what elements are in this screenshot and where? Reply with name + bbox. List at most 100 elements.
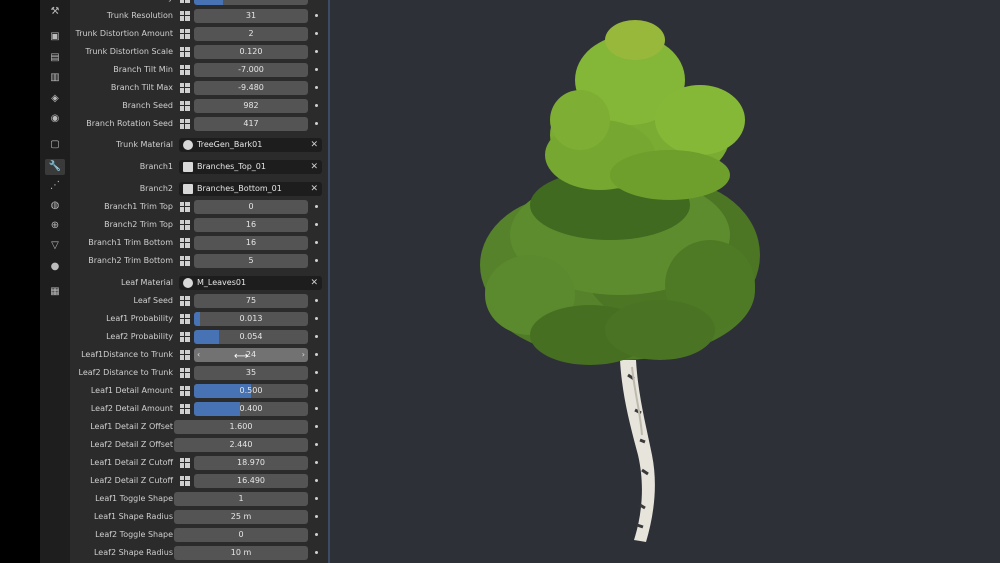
keyframe-dot-icon[interactable] <box>315 335 318 338</box>
value-type-icon[interactable] <box>180 332 190 342</box>
value-field[interactable]: 0.054 <box>194 330 308 344</box>
keyframe-dot-icon[interactable] <box>315 371 318 374</box>
keyframe-dot-icon[interactable] <box>315 443 318 446</box>
value-field[interactable]: 0 <box>194 200 308 214</box>
value-type-icon[interactable] <box>180 101 190 111</box>
data-icon[interactable]: ▽ <box>49 240 61 252</box>
value-type-icon[interactable] <box>180 368 190 378</box>
keyframe-dot-icon[interactable] <box>315 407 318 410</box>
value-field[interactable]: 0.120 <box>194 45 308 59</box>
data-block-field[interactable]: TreeGen_Bark01 ✕ <box>179 138 322 152</box>
keyframe-dot-icon[interactable] <box>315 122 318 125</box>
world-icon[interactable]: ◉ <box>49 113 61 125</box>
clear-icon[interactable]: ✕ <box>310 276 318 290</box>
data-block-field[interactable]: Branches_Bottom_01 ✕ <box>179 182 322 196</box>
keyframe-dot-icon[interactable] <box>315 317 318 320</box>
keyframe-dot-icon[interactable] <box>315 68 318 71</box>
value-type-icon[interactable] <box>180 238 190 248</box>
value-type-icon[interactable] <box>180 83 190 93</box>
keyframe-dot-icon[interactable] <box>315 425 318 428</box>
value-field[interactable]: 2.440 <box>174 438 308 452</box>
value-type-icon[interactable] <box>180 220 190 230</box>
value-field[interactable]: 0.400 <box>194 402 308 416</box>
physics-icon[interactable]: ◍ <box>49 200 61 212</box>
value-field[interactable]: 5 <box>194 254 308 268</box>
value-type-icon[interactable] <box>180 47 190 57</box>
modifier-wrench-icon[interactable]: 🔧 <box>45 159 65 175</box>
clear-icon[interactable]: ✕ <box>310 138 318 152</box>
keyframe-dot-icon[interactable] <box>315 259 318 262</box>
value-field[interactable]: 1.600 <box>174 420 308 434</box>
value-field[interactable]: 75 <box>194 294 308 308</box>
value-type-icon[interactable] <box>180 65 190 75</box>
keyframe-dot-icon[interactable] <box>315 389 318 392</box>
value-field[interactable]: 0.500 <box>194 0 308 5</box>
keyframe-dot-icon[interactable] <box>315 104 318 107</box>
value-field[interactable]: 1 <box>174 492 308 506</box>
value-type-icon[interactable] <box>180 476 190 486</box>
keyframe-dot-icon[interactable] <box>315 551 318 554</box>
keyframe-dot-icon[interactable] <box>315 50 318 53</box>
particles-icon[interactable]: ⋰ <box>49 180 61 192</box>
keyframe-dot-icon[interactable] <box>315 241 318 244</box>
keyframe-dot-icon[interactable] <box>315 533 318 536</box>
output-icon[interactable]: ▤ <box>49 52 61 64</box>
value-field[interactable]: 0.500 <box>194 384 308 398</box>
value-field[interactable]: 982 <box>194 99 308 113</box>
value-type-icon[interactable] <box>180 458 190 468</box>
keyframe-dot-icon[interactable] <box>315 205 318 208</box>
keyframe-dot-icon[interactable] <box>315 86 318 89</box>
keyframe-dot-icon[interactable] <box>315 353 318 356</box>
value-type-icon[interactable] <box>180 119 190 129</box>
value-field[interactable]: 417 <box>194 117 308 131</box>
clear-icon[interactable]: ✕ <box>310 160 318 174</box>
property-row: Trunk Material TreeGen_Bark01 ✕ <box>70 137 328 153</box>
value-field[interactable]: 31 <box>194 9 308 23</box>
keyframe-dot-icon[interactable] <box>315 223 318 226</box>
material-icon[interactable]: ● <box>49 261 61 273</box>
constraints-icon[interactable]: ⊕ <box>49 220 61 232</box>
keyframe-dot-icon[interactable] <box>315 32 318 35</box>
value-field[interactable]: -9.480 <box>194 81 308 95</box>
value-type-icon[interactable] <box>180 256 190 266</box>
object-icon[interactable]: ▢ <box>49 139 61 151</box>
value-field[interactable]: 16 <box>194 236 308 250</box>
value-field[interactable]: 18.970 <box>194 456 308 470</box>
keyframe-dot-icon[interactable] <box>315 515 318 518</box>
value-field[interactable]: 10 m <box>174 546 308 560</box>
property-label: Leaf1 Shape Radius <box>93 512 173 521</box>
keyframe-dot-icon[interactable] <box>315 461 318 464</box>
value-field[interactable]: 25 m <box>174 510 308 524</box>
value-text: 0.120 <box>239 47 263 56</box>
value-field[interactable]: 16.490 <box>194 474 308 488</box>
scene-icon[interactable]: ◈ <box>49 93 61 105</box>
value-type-icon[interactable] <box>180 11 190 21</box>
render-icon[interactable]: ▣ <box>49 31 61 43</box>
value-text: 1 <box>238 494 244 503</box>
keyframe-dot-icon[interactable] <box>315 479 318 482</box>
value-field[interactable]: -7.000 <box>194 63 308 77</box>
value-field[interactable]: 2 <box>194 27 308 41</box>
value-type-icon[interactable] <box>180 202 190 212</box>
data-block-field[interactable]: Branches_Top_01 ✕ <box>179 160 322 174</box>
value-field[interactable]: 35 <box>194 366 308 380</box>
data-block-field[interactable]: M_Leaves01 ✕ <box>179 276 322 290</box>
value-field[interactable]: 0 <box>174 528 308 542</box>
keyframe-dot-icon[interactable] <box>315 14 318 17</box>
keyframe-dot-icon[interactable] <box>315 497 318 500</box>
clear-icon[interactable]: ✕ <box>310 182 318 196</box>
keyframe-dot-icon[interactable] <box>315 299 318 302</box>
value-type-icon[interactable] <box>180 314 190 324</box>
tool-icon[interactable]: ⚒ <box>49 6 61 18</box>
value-type-icon[interactable] <box>180 350 190 360</box>
value-type-icon[interactable] <box>180 404 190 414</box>
value-field[interactable]: 0.013 <box>194 312 308 326</box>
texture-icon[interactable]: ▦ <box>49 286 61 298</box>
value-type-icon[interactable] <box>180 296 190 306</box>
value-type-icon[interactable] <box>180 29 190 39</box>
value-field[interactable]: 16 <box>194 218 308 232</box>
view-layer-icon[interactable]: ▥ <box>49 72 61 84</box>
value-type-icon[interactable] <box>180 386 190 396</box>
value-field[interactable]: ‹ › 24 <box>194 348 308 362</box>
value-type-icon[interactable] <box>180 0 190 3</box>
